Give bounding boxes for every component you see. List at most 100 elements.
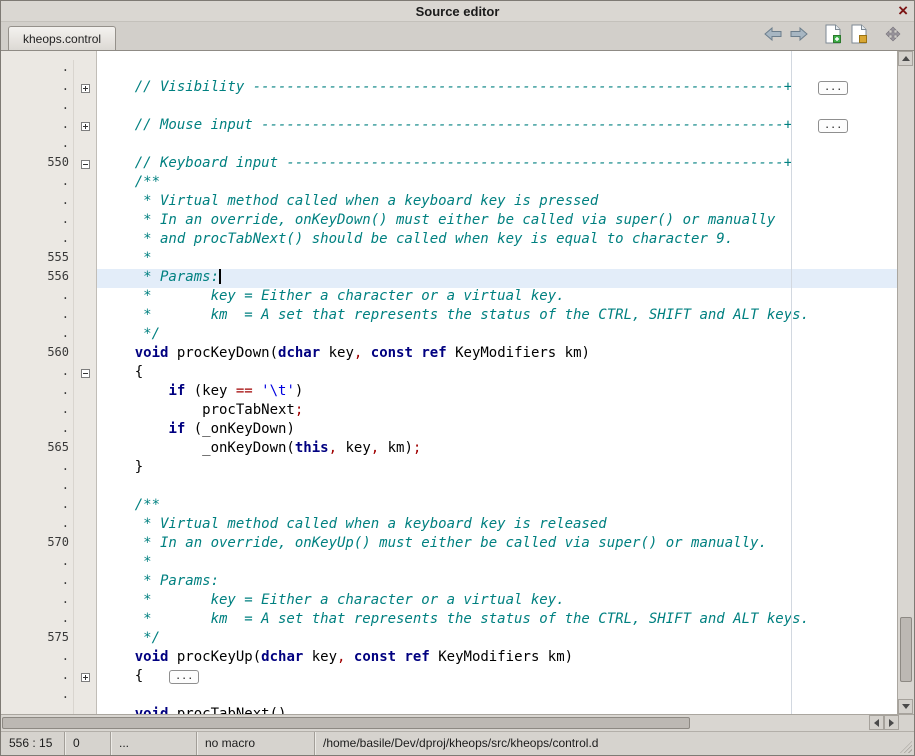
- gutter-cell[interactable]: .: [1, 231, 97, 250]
- fold-expand-icon[interactable]: [81, 673, 90, 682]
- code-token: if: [168, 383, 185, 399]
- gutter-cell[interactable]: .: [1, 193, 97, 212]
- gutter-cell[interactable]: .: [1, 212, 97, 231]
- code-area[interactable]: .. // Visibility -----------------------…: [1, 51, 897, 714]
- detach-button[interactable]: [880, 24, 906, 48]
- code-line[interactable]: [97, 98, 897, 117]
- scroll-right-button[interactable]: [884, 715, 899, 730]
- collapsed-fold-box[interactable]: ...: [818, 81, 848, 95]
- editor-row: .: [1, 60, 897, 79]
- code-line[interactable]: */: [97, 630, 897, 649]
- gutter-cell[interactable]: 560: [1, 345, 97, 364]
- gutter-cell[interactable]: .: [1, 174, 97, 193]
- gutter-cell[interactable]: .: [1, 554, 97, 573]
- fold-collapse-icon[interactable]: [81, 160, 90, 169]
- gutter-cell[interactable]: .: [1, 516, 97, 535]
- code-line[interactable]: if (key == '\t'): [97, 383, 897, 402]
- code-line[interactable]: void procKeyUp(dchar key, const ref KeyM…: [97, 649, 897, 668]
- fold-expand-icon[interactable]: [81, 84, 90, 93]
- gutter-cell[interactable]: .: [1, 364, 97, 383]
- gutter-cell[interactable]: .: [1, 478, 97, 497]
- gutter-cell[interactable]: .: [1, 573, 97, 592]
- gutter-cell[interactable]: .: [1, 117, 97, 136]
- code-line[interactable]: * Params:: [97, 573, 897, 592]
- collapsed-fold-box[interactable]: ...: [818, 119, 848, 133]
- code-line[interactable]: _onKeyDown(this, key, km);: [97, 440, 897, 459]
- vertical-scrollbar[interactable]: [897, 51, 914, 714]
- code-line[interactable]: *: [97, 250, 897, 269]
- scroll-left-button[interactable]: [869, 715, 884, 730]
- horizontal-scrollbar[interactable]: [1, 714, 914, 731]
- collapsed-fold-box[interactable]: ...: [169, 670, 199, 684]
- code-line[interactable]: * Virtual method called when a keyboard …: [97, 193, 897, 212]
- code-line[interactable]: /**: [97, 174, 897, 193]
- horizontal-scroll-thumb[interactable]: [2, 717, 690, 729]
- gutter-cell[interactable]: .: [1, 402, 97, 421]
- code-line[interactable]: *: [97, 554, 897, 573]
- gutter-cell[interactable]: .: [1, 649, 97, 668]
- gutter-cell[interactable]: .: [1, 706, 97, 714]
- code-line[interactable]: // Mouse input -------------------------…: [97, 117, 897, 136]
- code-line[interactable]: [97, 136, 897, 155]
- gutter-cell[interactable]: .: [1, 307, 97, 326]
- gutter-cell[interactable]: .: [1, 421, 97, 440]
- code-line[interactable]: procTabNext;: [97, 402, 897, 421]
- gutter-cell[interactable]: .: [1, 60, 97, 79]
- close-icon[interactable]: ×: [898, 1, 908, 21]
- gutter-cell[interactable]: .: [1, 459, 97, 478]
- scroll-down-button[interactable]: [898, 699, 913, 714]
- code-line[interactable]: {...: [97, 668, 897, 687]
- code-line[interactable]: [97, 478, 897, 497]
- gutter-cell[interactable]: 575: [1, 630, 97, 649]
- code-line[interactable]: /**: [97, 497, 897, 516]
- fold-collapse-icon[interactable]: [81, 369, 90, 378]
- vertical-scroll-thumb[interactable]: [900, 617, 912, 682]
- nav-back-button[interactable]: [760, 24, 786, 48]
- code-line[interactable]: void procKeyDown(dchar key, const ref Ke…: [97, 345, 897, 364]
- code-line[interactable]: if (_onKeyDown): [97, 421, 897, 440]
- document-save-button[interactable]: [846, 24, 872, 48]
- gutter-cell[interactable]: 556: [1, 269, 97, 288]
- gutter-cell[interactable]: .: [1, 79, 97, 98]
- scroll-up-button[interactable]: [898, 51, 913, 66]
- code-line[interactable]: {: [97, 364, 897, 383]
- gutter-cell[interactable]: .: [1, 687, 97, 706]
- code-line[interactable]: * Virtual method called when a keyboard …: [97, 516, 897, 535]
- gutter-cell[interactable]: .: [1, 668, 97, 687]
- horizontal-scroll-track[interactable]: [1, 715, 869, 731]
- document-new-icon: [825, 24, 841, 49]
- gutter-cell[interactable]: .: [1, 592, 97, 611]
- nav-forward-button[interactable]: [786, 24, 812, 48]
- code-line[interactable]: * and procTabNext() should be called whe…: [97, 231, 897, 250]
- gutter-cell[interactable]: 550: [1, 155, 97, 174]
- code-line[interactable]: void procTabNext(): [97, 706, 897, 714]
- gutter-cell[interactable]: .: [1, 98, 97, 117]
- gutter-cell[interactable]: .: [1, 611, 97, 630]
- document-new-button[interactable]: [820, 24, 846, 48]
- gutter-cell[interactable]: .: [1, 497, 97, 516]
- code-line[interactable]: * In an override, onKeyUp() must either …: [97, 535, 897, 554]
- code-line[interactable]: }: [97, 459, 897, 478]
- code-line[interactable]: * km = A set that represents the status …: [97, 307, 897, 326]
- tab-kheops-control[interactable]: kheops.control: [8, 26, 116, 50]
- code-line[interactable]: * Params:: [97, 269, 897, 288]
- gutter-cell[interactable]: 570: [1, 535, 97, 554]
- vertical-scroll-track[interactable]: [898, 66, 914, 699]
- gutter-cell[interactable]: .: [1, 136, 97, 155]
- code-line[interactable]: [97, 687, 897, 706]
- gutter-cell[interactable]: 565: [1, 440, 97, 459]
- code-line[interactable]: [97, 60, 897, 79]
- code-line[interactable]: // Visibility --------------------------…: [97, 79, 897, 98]
- fold-expand-icon[interactable]: [81, 122, 90, 131]
- gutter-cell[interactable]: 555: [1, 250, 97, 269]
- titlebar[interactable]: Source editor ×: [1, 1, 914, 22]
- code-line[interactable]: * km = A set that represents the status …: [97, 611, 897, 630]
- code-line[interactable]: * key = Either a character or a virtual …: [97, 592, 897, 611]
- code-line[interactable]: * In an override, onKeyDown() must eithe…: [97, 212, 897, 231]
- gutter-cell[interactable]: .: [1, 383, 97, 402]
- gutter-cell[interactable]: .: [1, 326, 97, 345]
- code-line[interactable]: * key = Either a character or a virtual …: [97, 288, 897, 307]
- code-line[interactable]: // Keyboard input ----------------------…: [97, 155, 897, 174]
- code-line[interactable]: */: [97, 326, 897, 345]
- gutter-cell[interactable]: .: [1, 288, 97, 307]
